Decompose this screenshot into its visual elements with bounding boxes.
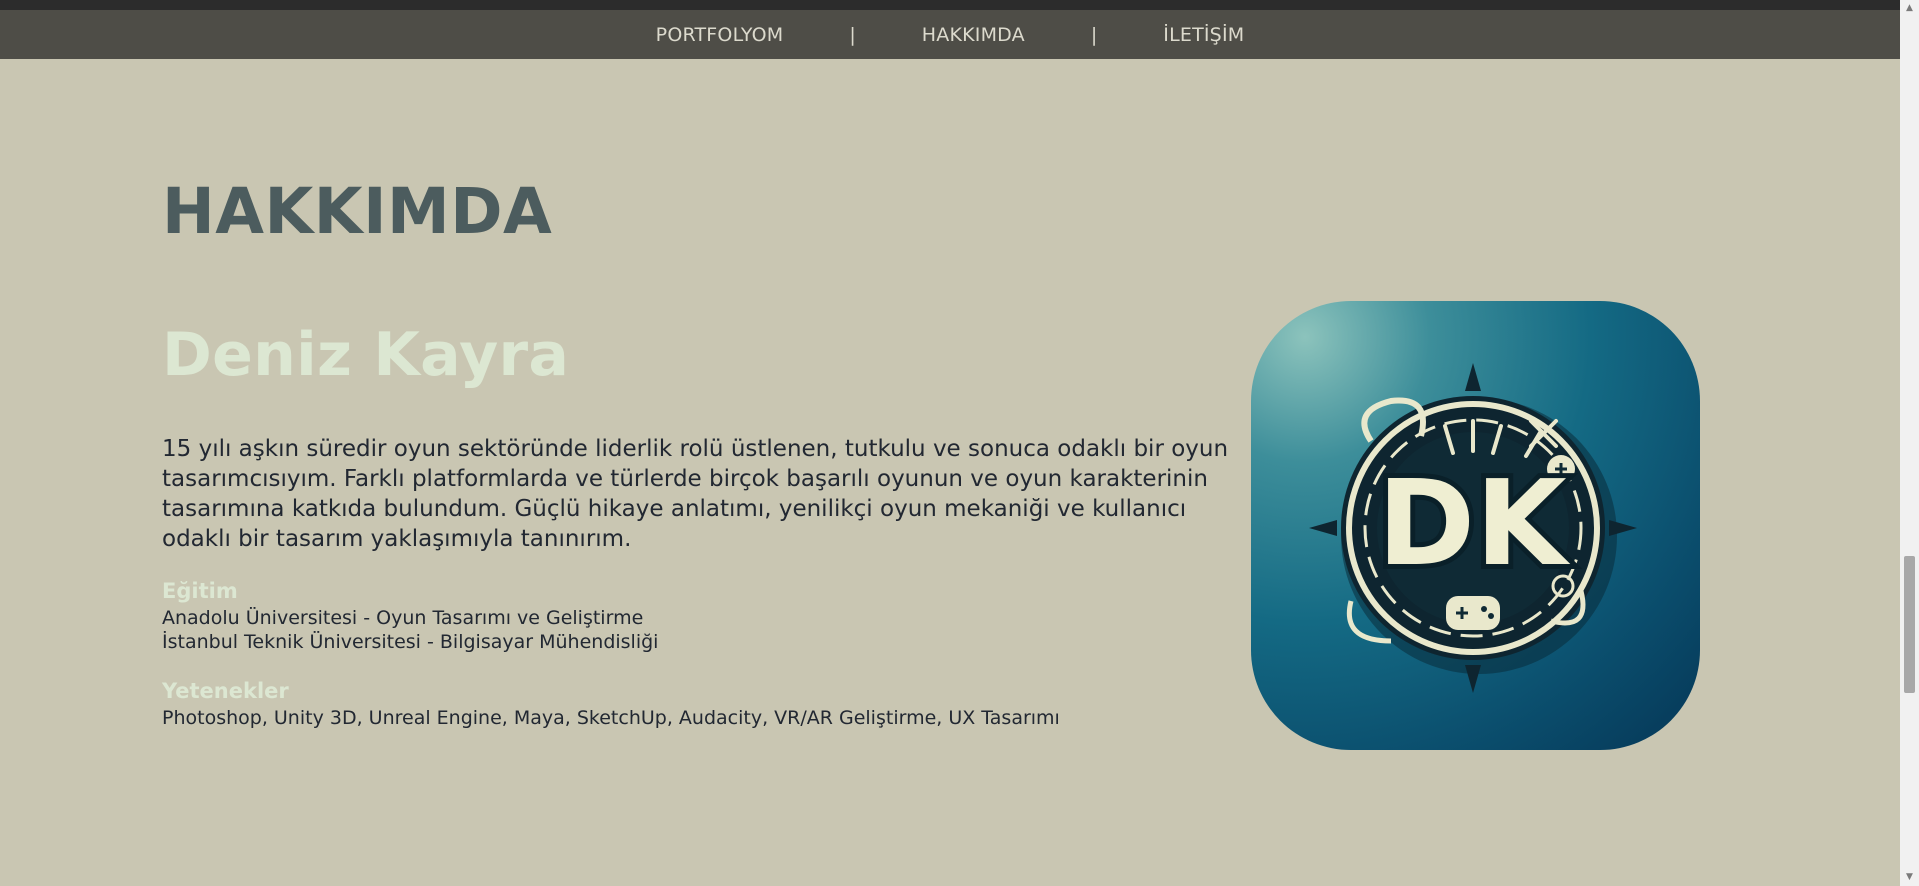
skills-title: Yetenekler [162,679,289,703]
page-scrollbar[interactable]: ▲ ▼ [1900,0,1919,886]
nav-link-portfolyom[interactable]: PORTFOLYOM [656,24,784,46]
dk-logo-image: DK DK [1251,301,1700,750]
nav-link-iletisim[interactable]: İLETİŞİM [1163,24,1244,46]
skills-text: Photoshop, Unity 3D, Unreal Engine, Maya… [162,707,1060,729]
nav-separator: | [1090,23,1098,46]
scrollbar-thumb[interactable] [1904,556,1915,693]
dk-emblem-icon: DK DK [1309,363,1637,693]
svg-text:DK: DK [1377,454,1571,592]
chevron-up-icon[interactable]: ▲ [1900,0,1919,17]
nav-separator: | [849,23,856,46]
education-item: Anadolu Üniversitesi - Oyun Tasarımı ve … [162,607,644,629]
section-heading: HAKKIMDA [162,175,553,248]
chevron-down-icon[interactable]: ▼ [1900,869,1919,886]
nav-link-hakkimda[interactable]: HAKKIMDA [922,24,1025,46]
top-navbar: PORTFOLYOM | HAKKIMDA | İLETİŞİM [0,10,1900,59]
education-title: Eğitim [162,579,238,603]
bio-paragraph: 15 yılı aşkın süredir oyun sektöründe li… [162,436,1229,552]
person-name: Deniz Kayra [162,320,570,390]
education-item: İstanbul Teknik Üniversitesi - Bilgisaya… [162,631,659,653]
browser-top-strip [0,0,1900,10]
